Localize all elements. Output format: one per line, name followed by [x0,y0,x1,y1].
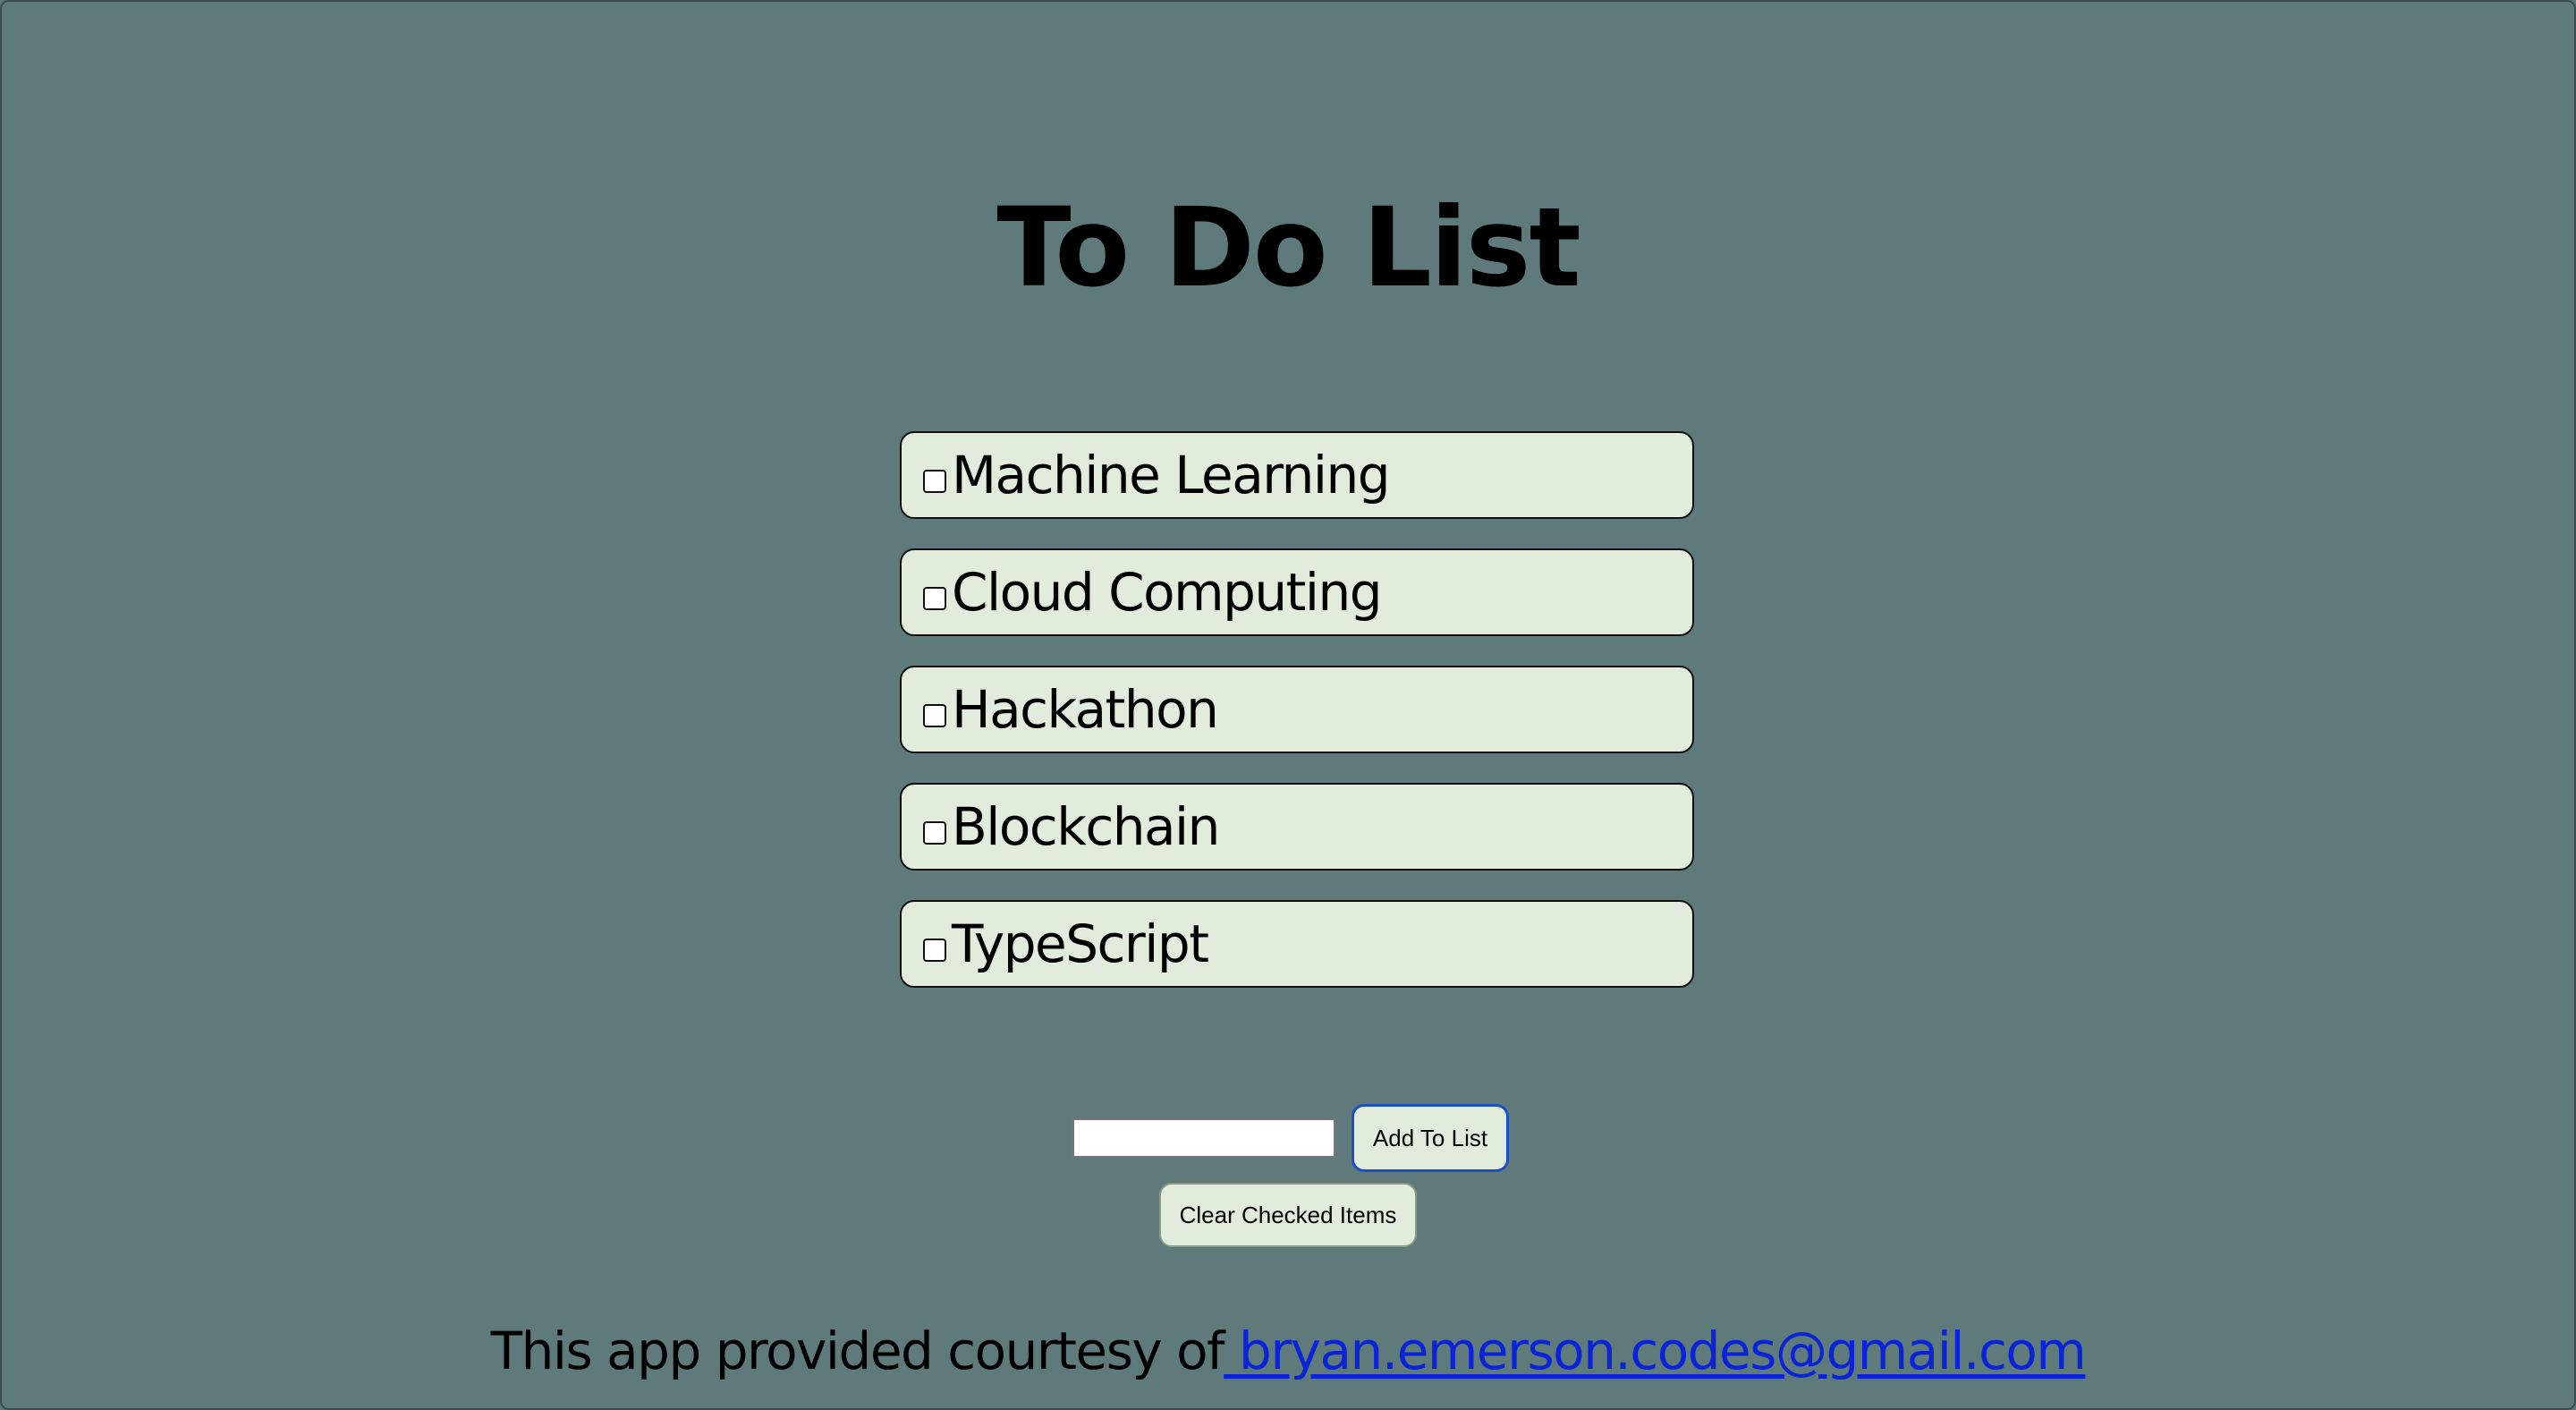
email-link[interactable]: bryan.emerson.codes@gmail.com [1224,1321,2087,1381]
page-title: To Do List [996,183,1580,311]
add-item-form: Add To List [2,1104,2574,1172]
list-item: Hackathon [900,666,1694,753]
todo-list: Machine Learning Cloud Computing Hackath… [900,431,1694,1017]
app-window: To Do List Machine Learning Cloud Comput… [0,0,2576,1410]
todo-label: Cloud Computing [952,562,1383,623]
add-to-list-button[interactable]: Add To List [1352,1104,1509,1172]
todo-checkbox[interactable] [923,939,946,962]
todo-label: Hackathon [952,679,1219,740]
footer-credit: This app provided courtesy of bryan.emer… [2,1315,2574,1387]
todo-label: Machine Learning [952,445,1391,505]
list-item: Blockchain [900,783,1694,871]
new-item-input[interactable] [1072,1118,1335,1158]
clear-checked-button[interactable]: Clear Checked Items [1159,1183,1417,1247]
todo-checkbox[interactable] [923,470,946,493]
list-item: TypeScript [900,900,1694,988]
footer-text: This app provided courtesy of [490,1321,1225,1381]
list-item: Machine Learning [900,431,1694,519]
clear-actions: Clear Checked Items [2,1183,2574,1247]
list-item: Cloud Computing [900,548,1694,636]
todo-checkbox[interactable] [923,587,946,610]
todo-label: Blockchain [952,796,1220,857]
todo-label: TypeScript [952,913,1209,974]
todo-checkbox[interactable] [923,821,946,845]
todo-checkbox[interactable] [923,704,946,727]
